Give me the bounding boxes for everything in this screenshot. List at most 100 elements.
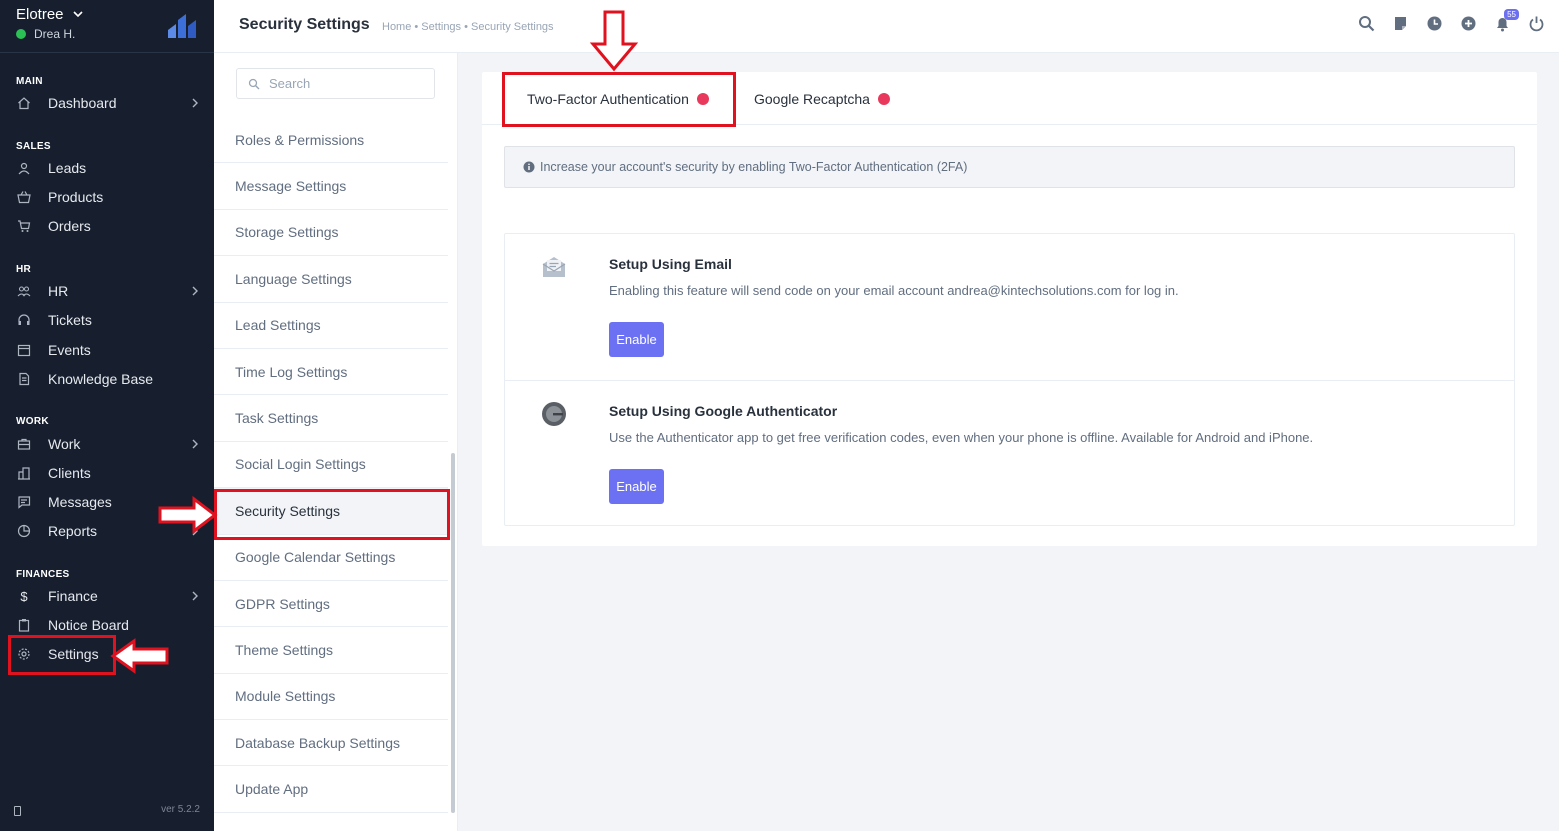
security-settings-card: Two-Factor Authentication Google Recaptc… [482, 72, 1537, 546]
sidebar-item-label: Events [48, 342, 91, 358]
chevron-down-icon[interactable] [72, 8, 84, 20]
sidebar-item-settings[interactable]: Settings [0, 641, 214, 667]
header-actions: 55 [1358, 9, 1545, 32]
method-email: Setup Using Email Enabling this feature … [505, 234, 1514, 380]
sidebar-item-knowledge-base[interactable]: Knowledge Base [0, 366, 214, 392]
settings-item-database-backup-settings[interactable]: Database Backup Settings [214, 720, 448, 767]
sidebar-item-notice-board[interactable]: Notice Board [0, 612, 214, 638]
method-description: Enabling this feature will send code on … [609, 283, 1179, 298]
sidebar-item-label: Finance [48, 588, 98, 604]
tab-label: Two-Factor Authentication [527, 90, 689, 107]
sidebar-item-reports[interactable]: Reports [0, 518, 214, 544]
breadcrumb: Home • Settings • Security Settings [382, 21, 554, 33]
info-icon [523, 161, 535, 173]
settings-item-gdpr-settings[interactable]: GDPR Settings [214, 581, 448, 628]
settings-item-message-settings[interactable]: Message Settings [214, 163, 448, 210]
tab-google-recaptcha[interactable]: Google Recaptcha [754, 72, 890, 125]
section-work-label: WORK [16, 416, 49, 427]
info-text: Increase your account's security by enab… [540, 160, 968, 174]
settings-menu-list: Roles & Permissions Message Settings Sto… [214, 117, 448, 813]
sidebar-item-events[interactable]: Events [0, 337, 214, 363]
sidebar-item-dashboard[interactable]: Dashboard [0, 90, 214, 116]
notification-bell[interactable]: 55 [1494, 9, 1519, 32]
tab-label: Google Recaptcha [754, 90, 870, 107]
settings-item-social-login-settings[interactable]: Social Login Settings [214, 442, 448, 489]
user-name[interactable]: Drea H. [34, 27, 75, 41]
settings-search-input[interactable] [269, 76, 429, 91]
pie-chart-icon [17, 524, 31, 538]
email-icon [542, 257, 566, 277]
sidebar-item-label: Dashboard [48, 95, 117, 111]
sidebar-item-tickets[interactable]: Tickets [0, 307, 214, 333]
settings-item-update-app[interactable]: Update App [214, 766, 448, 813]
settings-item-theme-settings[interactable]: Theme Settings [214, 627, 448, 674]
settings-item-module-settings[interactable]: Module Settings [214, 674, 448, 721]
settings-item-task-settings[interactable]: Task Settings [214, 395, 448, 442]
settings-item-security-settings[interactable]: Security Settings [214, 488, 448, 535]
headset-icon [17, 313, 31, 327]
sidebar-item-leads[interactable]: Leads [0, 155, 214, 181]
sidebar-item-label: HR [48, 283, 69, 299]
power-icon[interactable] [1528, 15, 1545, 32]
sidebar-item-label: Orders [48, 218, 91, 234]
clipboard-icon [17, 618, 31, 632]
collapse-sidebar-icon[interactable] [14, 806, 21, 816]
app-logo-icon [168, 14, 196, 38]
enable-authenticator-2fa-button[interactable]: Enable [609, 469, 664, 504]
method-google-authenticator: Setup Using Google Authenticator Use the… [505, 380, 1514, 526]
sidebar-item-label: Products [48, 189, 104, 205]
status-dot [696, 92, 709, 105]
settings-item-time-log-settings[interactable]: Time Log Settings [214, 349, 448, 396]
chevron-right-icon [192, 591, 198, 601]
sidebar-item-label: Settings [48, 646, 99, 662]
notification-count-badge: 55 [1504, 9, 1519, 20]
briefcase-icon [17, 437, 31, 451]
company-name[interactable]: Elotree [16, 6, 64, 23]
clock-icon[interactable] [1426, 15, 1443, 32]
cart-icon [17, 219, 31, 233]
sidebar-item-finance[interactable]: $ Finance [0, 583, 214, 609]
sidebar-item-label: Reports [48, 523, 98, 539]
settings-item-google-calendar-settings[interactable]: Google Calendar Settings [214, 535, 448, 581]
online-status-dot [16, 29, 26, 39]
dollar-icon: $ [20, 588, 28, 604]
home-icon [17, 96, 31, 110]
sidebar-item-clients[interactable]: Clients [0, 460, 214, 486]
settings-search[interactable] [236, 68, 435, 99]
sidebar-item-label: Leads [48, 160, 87, 176]
settings-item-roles-permissions[interactable]: Roles & Permissions [214, 117, 448, 164]
section-main-label: MAIN [16, 76, 43, 87]
settings-menu-scrollbar[interactable] [451, 453, 455, 813]
sidebar-item-label: Clients [48, 465, 91, 481]
settings-item-lead-settings[interactable]: Lead Settings [214, 303, 448, 349]
calendar-icon [17, 343, 31, 357]
chevron-right-icon [192, 286, 198, 296]
sidebar-item-messages[interactable]: Messages [0, 489, 214, 515]
tab-two-factor-authentication[interactable]: Two-Factor Authentication [527, 72, 709, 125]
top-header: Security Settings Home • Settings • Secu… [214, 0, 1559, 53]
section-finances-label: FINANCES [16, 569, 70, 580]
document-icon [17, 372, 31, 386]
two-factor-methods: Setup Using Email Enabling this feature … [504, 233, 1515, 526]
sidebar-item-hr[interactable]: HR [0, 278, 214, 304]
settings-item-language-settings[interactable]: Language Settings [214, 256, 448, 303]
sidebar-item-label: Work [48, 436, 81, 452]
sidebar-item-label: Tickets [48, 312, 92, 328]
sidebar-item-work[interactable]: Work [0, 431, 214, 457]
sticky-note-icon[interactable] [1392, 15, 1409, 32]
sidebar-item-products[interactable]: Products [0, 184, 214, 210]
chevron-right-icon [192, 98, 198, 108]
enable-email-2fa-button[interactable]: Enable [609, 322, 664, 357]
section-sales-label: SALES [16, 141, 51, 152]
status-dot [877, 92, 890, 105]
sidebar-item-orders[interactable]: Orders [0, 213, 214, 239]
security-tabs: Two-Factor Authentication Google Recaptc… [482, 72, 1537, 125]
section-hr-label: HR [16, 264, 32, 275]
method-title: Setup Using Email [609, 256, 732, 272]
sidebar-item-label: Notice Board [48, 617, 129, 633]
people-icon [17, 284, 31, 298]
settings-item-storage-settings[interactable]: Storage Settings [214, 210, 448, 257]
search-icon[interactable] [1358, 15, 1375, 32]
app-version: ver 5.2.2 [161, 804, 200, 815]
add-circle-icon[interactable] [1460, 15, 1477, 32]
